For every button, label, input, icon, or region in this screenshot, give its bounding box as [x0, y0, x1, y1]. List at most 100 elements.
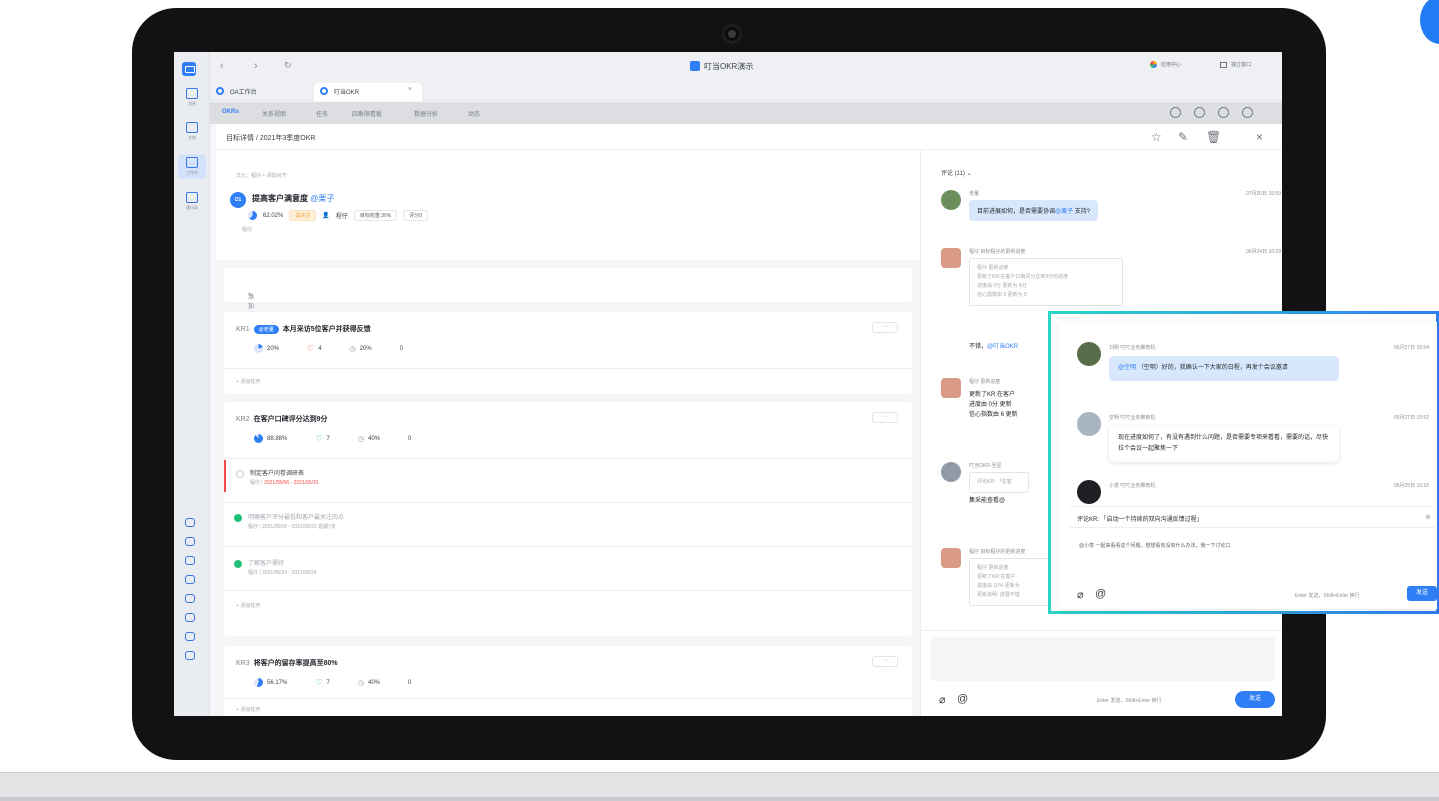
tasks-icon[interactable]	[185, 556, 195, 565]
kr-number: KR2	[236, 415, 250, 423]
status-badge[interactable]: 需关注	[289, 210, 317, 221]
comment-input[interactable]: @小茶 一起来看看这个问题，想想看有没有什么办法，我一下讨论口	[1079, 542, 1230, 549]
standalone-window-link[interactable]: 独立窗口	[1220, 61, 1251, 68]
task-checkbox[interactable]	[234, 560, 242, 568]
task-row[interactable]: 制定客户问卷调研表 程仔 | 2021/05/06 - 2021/05/31	[224, 460, 912, 492]
breadcrumb[interactable]: 目标详情 / 2021年3季度OKR	[226, 133, 315, 143]
add-key-result-button[interactable]: + 添加关键结果	[224, 268, 912, 346]
back-icon[interactable]: ‹	[220, 60, 224, 72]
progress-update-card[interactable]: 程仔 更新进度 更新了KR:在客户口碑评分达到9分的进度 进度由 0分 更新为 …	[969, 258, 1123, 306]
rail-item-docs[interactable]: 文档	[178, 122, 206, 141]
avatar[interactable]	[941, 248, 961, 268]
mention-icon[interactable]: @	[1095, 588, 1106, 600]
menu-quadrant-board[interactable]: 四象限看板	[352, 109, 382, 118]
gear-icon[interactable]	[1242, 107, 1253, 118]
attachment-icon[interactable]: ⌀	[1077, 588, 1084, 601]
avatar[interactable]	[1077, 342, 1101, 366]
avatar[interactable]	[1077, 412, 1101, 436]
progress-ring-icon	[254, 434, 263, 443]
comments-header[interactable]: 评论 (11) ⌄	[941, 168, 972, 177]
star-icon[interactable]: ☆	[1151, 130, 1162, 144]
avatar[interactable]	[941, 462, 961, 482]
add-task-link[interactable]: + 添加任务	[236, 706, 260, 713]
menu-tasks[interactable]: 任务	[316, 109, 328, 118]
kr-stats: 56.17% ♡ 7 ◷ 40% 0	[254, 678, 411, 687]
task-checkbox[interactable]	[236, 470, 244, 478]
rail-item-messages[interactable]: 消息	[178, 88, 206, 107]
send-hint: Enter 发送，Shift+Enter 换行	[1097, 698, 1162, 704]
mention-tag[interactable]: @老董	[253, 324, 279, 334]
objective-title[interactable]: 提高客户满意度 @栗子	[252, 193, 334, 204]
task-title: 制定客户问卷调研表	[250, 471, 305, 477]
kr-score: 0	[408, 679, 412, 686]
kr-title[interactable]: 将客户的留存率提高至80%	[254, 658, 338, 668]
task-row[interactable]: 明确客户评分最低和客户最关注的点 程仔 | 2021/05/06 - 2021/…	[224, 504, 912, 536]
app-center-link[interactable]: 应用中心	[1150, 61, 1181, 69]
menu-activity[interactable]: 动态	[468, 109, 480, 118]
objective-sub: 程仔	[242, 227, 253, 233]
comment-input[interactable]	[931, 637, 1275, 681]
send-button[interactable]: 发送	[1235, 691, 1275, 708]
comment-bubble: @空明 （空明）好的，我确认一下大家的日程，再发个会议邀请	[1109, 356, 1339, 381]
kr-score: 0	[399, 345, 403, 352]
heart-icon: ♡	[315, 434, 323, 443]
kr-number: KR3	[236, 659, 250, 667]
tab-strip: OA工作台 叮当OKR ×	[210, 81, 1282, 101]
corner-accent	[1420, 0, 1439, 44]
send-button[interactable]: 发送	[1407, 586, 1437, 601]
avatar[interactable]	[941, 548, 961, 568]
tab-oa-workbench[interactable]: OA工作台	[210, 83, 265, 101]
window-app-icon	[690, 61, 700, 71]
kr-title[interactable]: 在客户口碑评分达到9分	[254, 414, 328, 424]
avatar[interactable]	[941, 378, 961, 398]
task-checkbox[interactable]	[234, 514, 242, 522]
rail-item-contacts[interactable]: 通讯录	[178, 192, 206, 211]
mention-icon[interactable]: @	[957, 693, 968, 705]
close-icon[interactable]: ⊗	[1425, 513, 1431, 521]
add-task-link[interactable]: + 添加任务	[236, 378, 260, 385]
tab-dingdang-okr[interactable]: 叮当OKR ×	[314, 83, 422, 101]
kr-more-button[interactable]: ⋯	[872, 322, 898, 333]
bulb-icon[interactable]	[1194, 107, 1205, 118]
help-circle-icon[interactable]	[1170, 107, 1181, 118]
pin-icon[interactable]	[185, 575, 195, 584]
task-title: 明确客户评分最低和客户最关注的点	[248, 515, 345, 521]
comment-text: 集采能查看@	[969, 498, 1006, 504]
task-row[interactable]: 了解客户需好 程仔 | 2021/06/24 - 2021/06/24	[224, 550, 912, 582]
window-title: 叮当OKR演示	[704, 62, 754, 71]
kr-more-button[interactable]: ⋯	[872, 656, 898, 667]
sound-icon[interactable]	[1218, 107, 1229, 118]
comment-item: 小茶 叮叮业务推荐机 05月25日 10:16	[1077, 480, 1437, 504]
progress-update-card[interactable]: 程仔 更新进度 更新了KR:在客户 进度由 10% 更新为 更新说明: 进展不错	[969, 558, 1049, 606]
help-icon[interactable]	[185, 518, 195, 527]
close-icon[interactable]: ×	[408, 86, 412, 93]
document-icon	[186, 122, 198, 133]
alignment-meta[interactable]: 文七、程仔 + 添加对齐	[236, 172, 287, 179]
comment-item: 空明 叮叮业务推荐机 05月27日 15:52 现在进度如何了，有没有遇到什么问…	[1077, 412, 1437, 472]
trash-icon[interactable]: 🗑	[1206, 130, 1221, 144]
rail-item-workbench[interactable]: 工作台	[178, 154, 206, 179]
calendar-icon[interactable]	[185, 537, 195, 546]
key-result-card: KR1 @老董 本月采访5位客户并获得反馈 ⋯ 20% ♡ 4 ◷ 20% 0 + …	[224, 312, 912, 394]
refresh-icon[interactable]: ↻	[284, 60, 292, 71]
heart-icon: ♡	[315, 678, 323, 687]
kr-reference-card[interactable]: 评论KR: 「在客	[969, 472, 1029, 493]
kr-more-button[interactable]: ⋯	[872, 412, 898, 423]
menu-relation-view[interactable]: 关系视图	[262, 109, 286, 118]
kr-title[interactable]: 本月采访5位客户并获得反馈	[283, 324, 371, 334]
drive-icon[interactable]	[185, 651, 195, 660]
heart-icon[interactable]	[185, 613, 195, 622]
attachment-icon[interactable]: ⌀	[939, 693, 946, 706]
menu-analytics[interactable]: 数据分析	[414, 109, 438, 118]
avatar[interactable]	[941, 190, 961, 210]
mail-icon[interactable]	[185, 594, 195, 603]
notes-icon[interactable]	[185, 632, 195, 641]
avatar[interactable]	[1077, 480, 1101, 504]
forward-icon[interactable]: ›	[254, 60, 258, 72]
close-icon[interactable]: ×	[1256, 130, 1263, 144]
menu-okrs[interactable]: OKRs	[222, 109, 239, 115]
add-task-link[interactable]: + 添加任务	[236, 602, 260, 609]
app-logo-icon[interactable]	[182, 62, 196, 76]
chevron-down-icon: ⌄	[966, 171, 972, 177]
edit-icon[interactable]: ✎	[1178, 130, 1188, 144]
